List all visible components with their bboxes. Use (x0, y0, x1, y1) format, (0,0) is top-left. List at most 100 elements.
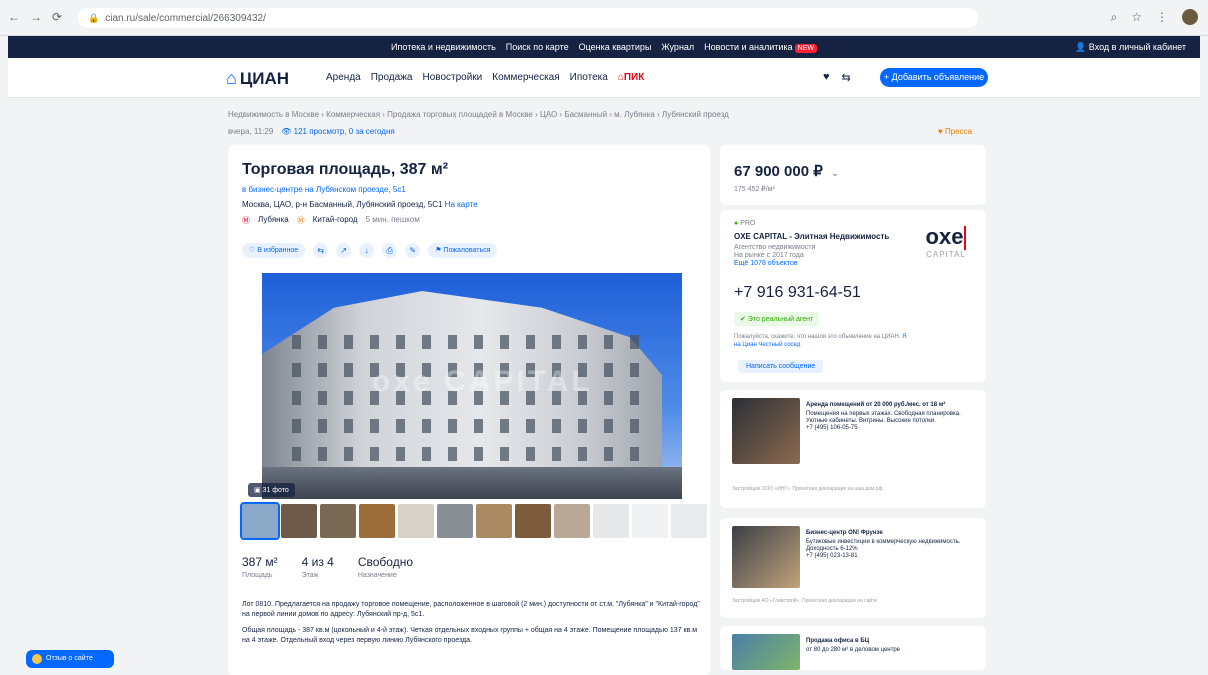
map-link[interactable]: На карте (445, 200, 478, 209)
thumbnail-strip (240, 502, 707, 540)
building-window (630, 447, 639, 461)
photo-thumbnail[interactable] (515, 504, 551, 538)
price-history-icon[interactable]: ⌄ (831, 168, 839, 179)
agent-card: ● PRO OXE CAPITAL - Элитная Недвижимость… (720, 210, 986, 382)
photo-thumbnail[interactable] (632, 504, 668, 538)
stat-floor: 4 из 4 Этаж (301, 555, 334, 579)
add-favorite-button[interactable]: ♡ В избранное (242, 243, 306, 258)
building-window (604, 447, 613, 461)
nav-sale[interactable]: Продажа (371, 72, 413, 83)
price: 67 900 000 ₽ ⌄ (734, 163, 840, 180)
building-window (292, 447, 301, 461)
main-photo[interactable]: oxe CAPITAL (262, 273, 682, 499)
photo-thumbnail[interactable] (398, 504, 434, 538)
top-utility-bar: Ипотека и недвижимость Поиск по карте Оц… (8, 36, 1200, 58)
action-row: ♡ В избранное ⇆ ↗ ↓ ⎙ ✎ ⚑ Пожаловаться (242, 243, 498, 258)
nav-commercial[interactable]: Коммерческая (492, 72, 559, 83)
topbar-link[interactable]: Поиск по карте (506, 42, 569, 52)
building-window (552, 419, 561, 433)
building-window (318, 447, 327, 461)
ad-card[interactable]: Бизнес-центр ON! Фрунзе Бутиковые инвест… (720, 518, 986, 618)
ad-card[interactable]: Аренда помещений от 20 000 руб./мес. от … (720, 390, 986, 508)
building-window (370, 447, 379, 461)
building-window (318, 335, 327, 349)
print-icon[interactable]: ⎙ (382, 243, 398, 258)
message-button[interactable]: Написать сообщение (738, 360, 824, 373)
building-window (370, 335, 379, 349)
building-window (396, 447, 405, 461)
ad-text: Аренда помещений от 20 000 руб./мес. от … (806, 402, 961, 431)
breadcrumb[interactable]: Недвижимость в Москве › Коммерческая › П… (228, 110, 729, 119)
back-icon[interactable]: ← (8, 10, 20, 24)
share-icon[interactable]: ↗ (336, 243, 352, 258)
building-window (552, 335, 561, 349)
pro-badge: ● PRO (734, 220, 756, 227)
favorites-icon[interactable]: ♥ (823, 71, 830, 84)
reload-icon[interactable]: ⟳ (52, 10, 62, 24)
add-listing-button[interactable]: + Добавить объявление (880, 68, 988, 87)
photo-thumbnail[interactable] (320, 504, 356, 538)
address-bar[interactable]: 🔒 cian.ru/sale/commercial/266309432/ (78, 8, 978, 28)
building-window (526, 335, 535, 349)
building-window (500, 335, 509, 349)
building-window (318, 419, 327, 433)
building-window (630, 335, 639, 349)
photo-thumbnail[interactable] (240, 502, 280, 540)
profile-avatar[interactable] (1182, 9, 1198, 25)
metro-station[interactable]: Лубянка (258, 215, 289, 226)
report-button[interactable]: ⚑ Пожаловаться (428, 243, 498, 258)
topbar-link[interactable]: Новости и аналитика NEW (704, 42, 817, 53)
agent-name[interactable]: OXE CAPITAL - Элитная Недвижимость (734, 232, 889, 241)
photo-thumbnail[interactable] (281, 504, 317, 538)
building-window (526, 447, 535, 461)
zoom-icon[interactable]: ⌕ (1111, 10, 1118, 25)
building-window (448, 447, 457, 461)
nav-mortgage[interactable]: Ипотека (570, 72, 608, 83)
extensions-icon[interactable]: ⋮ (1156, 10, 1168, 24)
house-icon: ⌂ (226, 68, 237, 88)
views-count[interactable]: 👁 121 просмотр, 0 за сегодня (281, 127, 394, 136)
photo-thumbnail[interactable] (593, 504, 629, 538)
nav-newbuild[interactable]: Новостройки (422, 72, 482, 83)
topbar-link[interactable]: Ипотека и недвижимость (391, 42, 496, 52)
compare-icon[interactable]: ⇆ (313, 243, 329, 258)
browser-nav: ← → ⟳ (8, 10, 62, 24)
topbar-link[interactable]: Оценка квартиры (579, 42, 652, 52)
star-icon[interactable]: ☆ (1131, 10, 1142, 24)
ad-card[interactable]: Продажа офиса в БЦ от 80 до 280 м² в дел… (720, 626, 986, 670)
press-link[interactable]: ♥ Пресса (938, 127, 972, 136)
forward-icon[interactable]: → (30, 10, 42, 24)
building-window (604, 391, 613, 405)
ad-image (732, 398, 800, 464)
address: Москва, ЦАО, р-н Басманный, Лубянский пр… (242, 200, 478, 209)
agent-logo[interactable]: oxe CAPITAL (916, 224, 976, 276)
topbar-link[interactable]: Журнал (661, 42, 694, 52)
photo-thumbnail[interactable] (671, 504, 707, 538)
nav-pik[interactable]: ⌂ПИК (618, 72, 645, 83)
note-icon[interactable]: ✎ (405, 243, 421, 258)
photo-street (262, 467, 682, 499)
download-icon[interactable]: ↓ (359, 243, 375, 258)
agent-phone[interactable]: +7 916 931-64-51 (734, 284, 861, 302)
ad-image (732, 634, 800, 670)
photo-count-badge[interactable]: ▣ 31 фото (248, 483, 295, 497)
feedback-button[interactable]: Отзыв о сайте (26, 650, 114, 668)
photo-thumbnail[interactable] (359, 504, 395, 538)
building-window (344, 363, 353, 377)
building-window (552, 447, 561, 461)
compare-icon[interactable]: ⇆ (842, 71, 851, 84)
photo-thumbnail[interactable] (437, 504, 473, 538)
description-paragraph: Общая площадь - 387 кв.м (цокольный и 4-… (242, 627, 698, 644)
browser-chrome: ← → ⟳ 🔒 cian.ru/sale/commercial/266309432… (0, 0, 1208, 36)
login-link[interactable]: 👤 Вход в личный кабинет (1075, 42, 1186, 53)
cian-logo[interactable]: ⌂ ЦИАН (226, 68, 289, 89)
photo-thumbnail[interactable] (554, 504, 590, 538)
nav-rent[interactable]: Аренда (326, 72, 361, 83)
agent-objects-link[interactable]: Ещё 1078 объектов (734, 260, 815, 268)
photo-thumbnail[interactable] (476, 504, 512, 538)
building-window (578, 447, 587, 461)
description: Лот 0810. Предлагается на продажу торгов… (242, 600, 702, 652)
metro-station[interactable]: Китай-город (313, 215, 358, 226)
stat-area: 387 м² Площадь (242, 555, 278, 579)
business-center-link[interactable]: в бизнес-центре на Лубянском проезде, 5с… (242, 185, 406, 194)
